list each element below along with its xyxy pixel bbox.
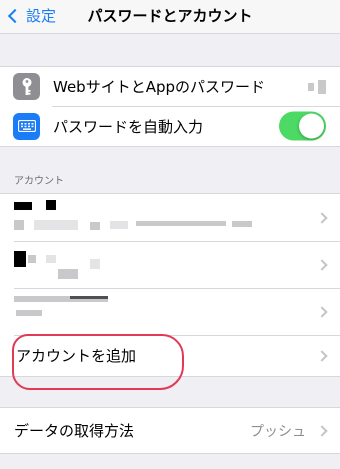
navigation-bar: 設定 パスワードとアカウント	[0, 0, 340, 34]
chevron-right-icon	[316, 258, 328, 271]
keyboard-icon	[13, 112, 40, 140]
fetch-mode-value: プッシュ	[250, 423, 306, 440]
accounts-section-header: アカウント	[14, 176, 64, 187]
chevron-right-icon	[316, 211, 328, 224]
websites-passwords-row[interactable]: WebサイトとAppのパスワード	[0, 67, 340, 106]
autofill-toggle[interactable]	[279, 111, 326, 141]
account-row-3[interactable]	[0, 288, 340, 335]
toggle-knob	[299, 113, 324, 139]
passwords-group: WebサイトとAppのパスワード パスワードを自動入力	[0, 66, 340, 147]
autofill-passwords-row: パスワードを自動入力	[0, 106, 340, 146]
add-account-row[interactable]: アカウントを追加	[0, 335, 340, 376]
accounts-group: アカウントを追加	[0, 193, 340, 377]
chevron-right-icon	[316, 305, 328, 318]
fetch-new-data-row[interactable]: データの取得方法 プッシュ	[0, 408, 340, 453]
account-row-1[interactable]	[0, 194, 340, 241]
key-icon	[13, 73, 40, 100]
fetch-group: データの取得方法 プッシュ	[0, 407, 340, 454]
websites-passwords-label: WebサイトとAppのパスワード	[53, 78, 266, 96]
chevron-right-icon	[316, 349, 328, 362]
account-row-2[interactable]	[0, 241, 340, 288]
add-account-label: アカウントを追加	[16, 347, 137, 365]
chevron-right-icon	[316, 424, 328, 437]
page-title: パスワードとアカウント	[87, 7, 253, 25]
